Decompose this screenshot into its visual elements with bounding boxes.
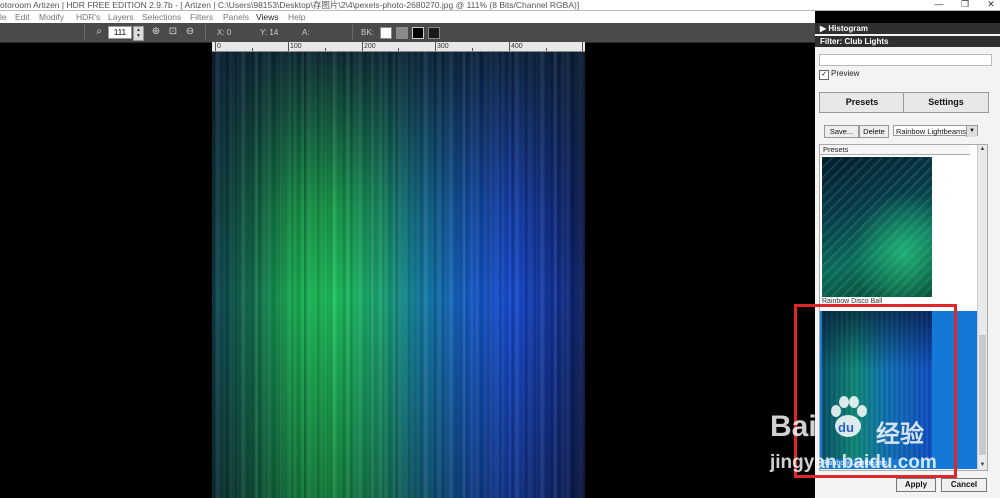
ruler-label: 100 <box>290 43 302 50</box>
settings-button[interactable]: Settings <box>903 92 989 113</box>
filter-title: Filter: Club Lights <box>820 37 889 46</box>
ruler-tick <box>546 48 547 51</box>
menu-file[interactable]: le <box>0 11 7 23</box>
toolbar-separator <box>84 25 85 40</box>
preset-list-header: Presets <box>820 145 970 155</box>
toolbar: ⌕ 111 ▲ ▼ ⊕ ⊡ ⊖ X: 0 Y: 14 A: BK: <box>0 23 815 43</box>
ruler-label: 400 <box>511 43 523 50</box>
zoom-spinner[interactable]: ▲ ▼ <box>133 26 144 41</box>
baidu-watermark: Bai du 经验 jingyan.baidu.com <box>770 392 980 482</box>
zoom-actual-icon[interactable]: ⊡ <box>167 26 179 38</box>
watermark-cn: 经验 <box>876 421 924 448</box>
ruler-tick <box>509 42 510 51</box>
preview-checkbox[interactable]: ✓ <box>819 70 829 80</box>
watermark-brand: Bai <box>770 410 817 443</box>
toolbar-separator <box>205 25 206 40</box>
presets-button[interactable]: Presets <box>819 92 905 113</box>
delete-preset-button[interactable]: Delete <box>859 125 889 138</box>
alpha-readout: A: <box>302 28 310 37</box>
close-button[interactable]: ✕ <box>984 0 998 9</box>
scroll-up-icon[interactable]: ▲ <box>978 145 987 154</box>
filter-progress-field <box>819 54 992 66</box>
window-title: otoroom Artizen | HDR FREE EDITION 2.9.7… <box>0 0 580 10</box>
menu-views[interactable]: Views <box>256 11 279 23</box>
preset-select[interactable]: Rainbow Lightbeams ▼ <box>893 125 978 137</box>
histogram-header[interactable]: ▶ Histogram <box>815 23 1000 34</box>
ruler-tick <box>398 48 399 51</box>
cursor-y-readout: Y: 14 <box>260 28 279 37</box>
menu-bar: le Edit Modify HDR's Layers Selections F… <box>0 11 815 23</box>
menu-layers[interactable]: Layers <box>108 11 134 23</box>
ruler-tick <box>252 48 253 51</box>
bk-black-swatch[interactable] <box>412 27 424 39</box>
ruler-tick <box>582 42 583 51</box>
ruler-tick <box>288 42 289 51</box>
preview-label: Preview <box>831 69 860 78</box>
background-label: BK: <box>361 28 374 37</box>
toolbar-separator <box>352 25 353 40</box>
zoom-in-icon[interactable]: ⊕ <box>150 26 162 38</box>
zoom-input[interactable]: 111 <box>108 26 132 39</box>
ruler-label: 0 <box>217 43 221 50</box>
scrollbar-thumb[interactable] <box>979 335 986 455</box>
chevron-down-icon[interactable]: ▼ <box>966 126 977 137</box>
bk-white-swatch[interactable] <box>380 27 392 39</box>
menu-help[interactable]: Help <box>288 11 305 23</box>
watermark-du: du <box>838 420 854 435</box>
save-preset-button[interactable]: Save... <box>824 125 859 138</box>
menu-hdrs[interactable]: HDR's <box>76 11 100 23</box>
menu-edit[interactable]: Edit <box>15 11 30 23</box>
zoom-out-icon[interactable]: ⊖ <box>184 26 196 38</box>
filter-header: Filter: Club Lights <box>815 36 1000 47</box>
menu-modify[interactable]: Modify <box>39 11 64 23</box>
watermark-url: jingyan.baidu.com <box>770 452 937 473</box>
ruler-tick <box>325 48 326 51</box>
menu-filters[interactable]: Filters <box>190 11 213 23</box>
ruler-tick <box>215 42 216 51</box>
ruler-tick <box>362 42 363 51</box>
menu-panels[interactable]: Panels <box>223 11 249 23</box>
ruler-label: 200 <box>364 43 376 50</box>
minimize-button[interactable]: — <box>932 0 946 9</box>
bk-dark-swatch[interactable] <box>428 27 440 39</box>
preset-thumbnail-disco-ball[interactable] <box>822 157 932 297</box>
cursor-x-readout: X: 0 <box>217 28 232 37</box>
image-canvas[interactable] <box>212 52 585 498</box>
ruler-tick <box>472 48 473 51</box>
histogram-title: Histogram <box>828 24 868 33</box>
zoom-icon[interactable]: ⌕ <box>93 26 105 38</box>
title-bar: otoroom Artizen | HDR FREE EDITION 2.9.7… <box>0 0 1000 11</box>
bk-gray-swatch[interactable] <box>396 27 408 39</box>
ruler-tick <box>435 42 436 51</box>
preset-select-value: Rainbow Lightbeams <box>896 127 967 136</box>
ruler-label: 300 <box>437 43 449 50</box>
menu-selections[interactable]: Selections <box>142 11 181 23</box>
horizontal-ruler: 0 100 200 300 400 <box>212 42 585 52</box>
maximize-button[interactable]: ❐ <box>958 0 972 9</box>
